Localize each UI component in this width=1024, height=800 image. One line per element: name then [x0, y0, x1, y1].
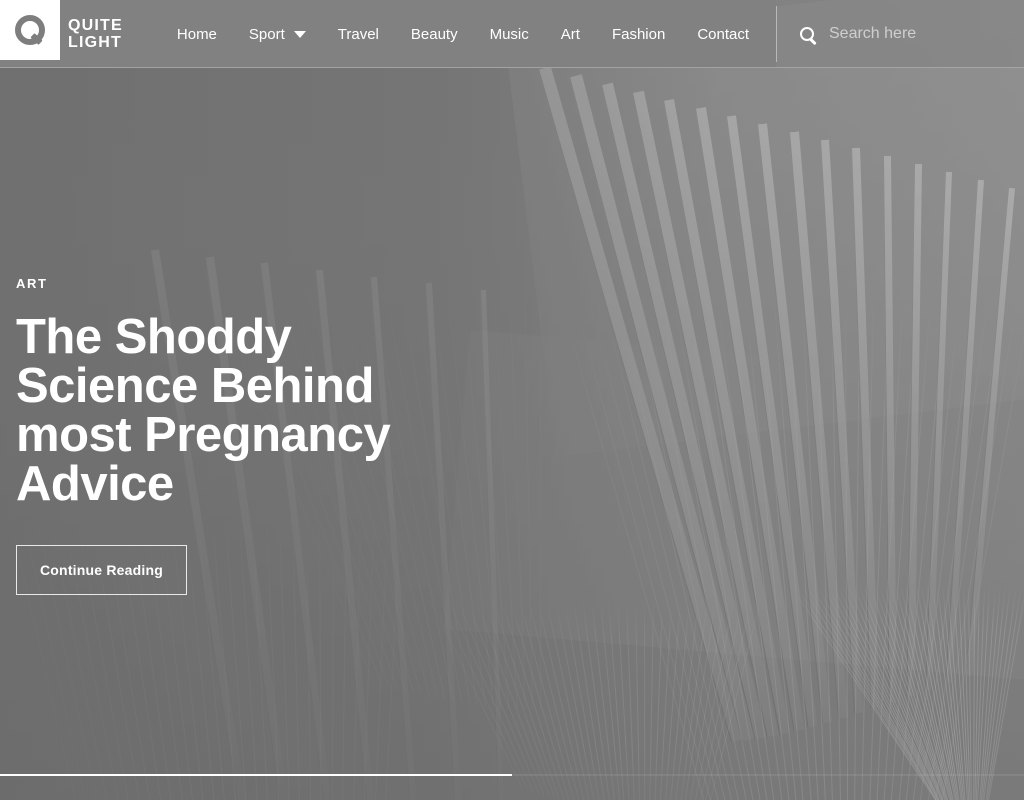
nav-item-home[interactable]: Home — [161, 0, 233, 68]
brand-wordmark-line2: LIGHT — [68, 34, 122, 51]
nav-label: Beauty — [410, 25, 458, 43]
hero-content: ART The Shoddy Science Behind most Pregn… — [16, 276, 656, 595]
main-navigation: Home Sport Travel Beauty Music Art Fashi… — [161, 0, 765, 68]
slider-progress-fill — [0, 774, 512, 776]
brand-wordmark-line1: QUITE — [68, 17, 123, 34]
chevron-down-icon — [293, 30, 306, 38]
search-input[interactable] — [829, 25, 999, 43]
slider-progress-track[interactable] — [0, 774, 1024, 776]
nav-item-fashion[interactable]: Fashion — [596, 0, 681, 68]
nav-label: Art — [560, 25, 580, 43]
page-root: QUITE LIGHT Home Sport Travel Beauty Mus… — [0, 0, 1024, 800]
nav-label: Fashion — [611, 25, 666, 43]
nav-item-beauty[interactable]: Beauty — [395, 0, 474, 68]
q-circle-logo-icon — [15, 15, 45, 45]
nav-label: Sport — [248, 25, 285, 43]
nav-label: Music — [489, 25, 529, 43]
nav-item-travel[interactable]: Travel — [322, 0, 395, 68]
nav-label: Home — [176, 25, 217, 43]
nav-item-art[interactable]: Art — [545, 0, 596, 68]
logo-button[interactable] — [0, 0, 60, 60]
hero-category-label: ART — [16, 276, 48, 291]
nav-item-contact[interactable]: Contact — [681, 0, 765, 68]
hero-headline: The Shoddy Science Behind most Pregnancy… — [16, 310, 391, 511]
search-area — [776, 0, 1024, 68]
nav-label: Travel — [337, 25, 379, 43]
brand-wordmark[interactable]: QUITE LIGHT — [68, 17, 123, 51]
search-icon[interactable] — [800, 27, 814, 41]
nav-item-sport[interactable]: Sport — [233, 0, 322, 68]
continue-reading-button[interactable]: Continue Reading — [16, 545, 187, 595]
site-header: QUITE LIGHT Home Sport Travel Beauty Mus… — [0, 0, 1024, 68]
nav-item-music[interactable]: Music — [474, 0, 545, 68]
nav-label: Contact — [697, 25, 750, 43]
